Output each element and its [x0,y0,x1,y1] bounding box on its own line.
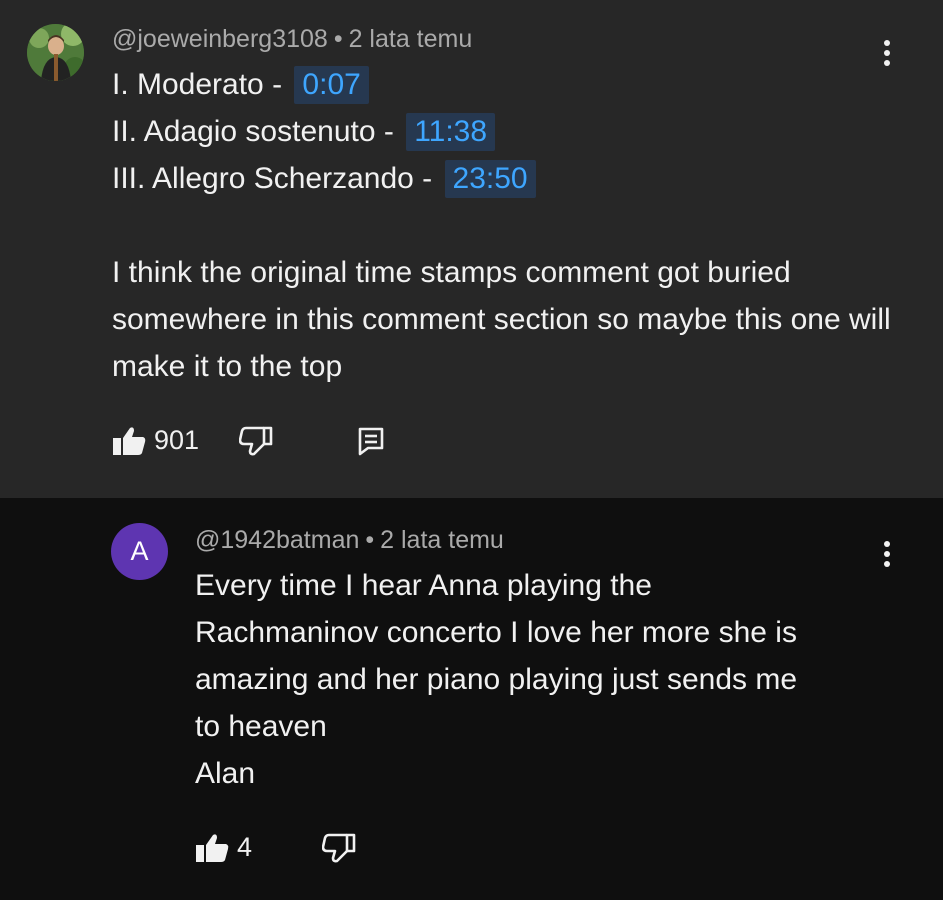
comment-actions: 901 [112,425,385,456]
reply-comment-icon [358,427,384,455]
timestamp-link[interactable]: 23:50 [444,160,536,198]
chapter-line: III. Allegro Scherzando - 23:50 [112,155,902,202]
comment-time: 2 lata temu [348,25,473,53]
thumbs-up-icon [196,833,229,862]
timestamp-link[interactable]: 11:38 [406,113,496,151]
like-button[interactable]: 901 [112,425,199,456]
comment-time: 2 lata temu [380,526,504,554]
comment-line: Every time I hear Anna playing the [195,569,652,602]
chapter-line: I. Moderato - 0:07 [112,61,902,108]
dislike-button[interactable] [239,426,273,456]
comment-body: I. Moderato - 0:07 II. Adagio sostenuto … [112,61,902,390]
chapter-title: I. Moderato - [112,68,283,101]
like-count: 901 [154,425,200,455]
meta-separator: • [333,25,343,53]
user-avatar[interactable] [27,24,84,81]
dislike-button[interactable] [322,833,356,863]
author-name[interactable]: @joeweinberg3108 [112,25,328,53]
thumbs-up-icon [113,426,146,455]
user-avatar[interactable]: A [111,523,168,580]
timestamp-link[interactable]: 0:07 [294,66,369,104]
comment-text: I think the original time stamps comment… [112,256,891,383]
like-button[interactable]: 4 [195,832,252,863]
comment-meta: @1942batman • 2 lata temu [195,526,504,555]
comment-body: Every time I hear Anna playing the Rachm… [195,562,895,797]
reply-button[interactable] [357,426,385,456]
chapter-line: II. Adagio sostenuto - 11:38 [112,108,902,155]
chapter-title: II. Adagio sostenuto - [112,115,394,148]
comment-joeweinberg: @joeweinberg3108 • 2 lata temu I. Moderato… [0,0,943,498]
comment-line: to heaven [195,710,327,743]
avatar-letter: A [130,536,149,566]
meta-separator: • [365,526,375,554]
chapter-title: III. Allegro Scherzando - [112,162,433,195]
comment-line: amazing and her piano playing just sends… [195,663,798,696]
comment-actions: 4 [195,832,356,863]
comment-line: Rachmaninov concerto I love her more she… [195,616,797,649]
author-name[interactable]: @1942batman [195,526,359,554]
thumbs-down-icon [322,833,356,862]
comment-meta: @joeweinberg3108 • 2 lata temu [112,25,472,54]
like-count: 4 [237,832,253,862]
comment-line: Alan [195,757,256,790]
user-photo-avatar-icon [27,24,84,81]
comment-1942batman: A @1942batman • 2 lata temu Every time I h… [0,498,943,900]
thumbs-down-icon [239,426,273,455]
